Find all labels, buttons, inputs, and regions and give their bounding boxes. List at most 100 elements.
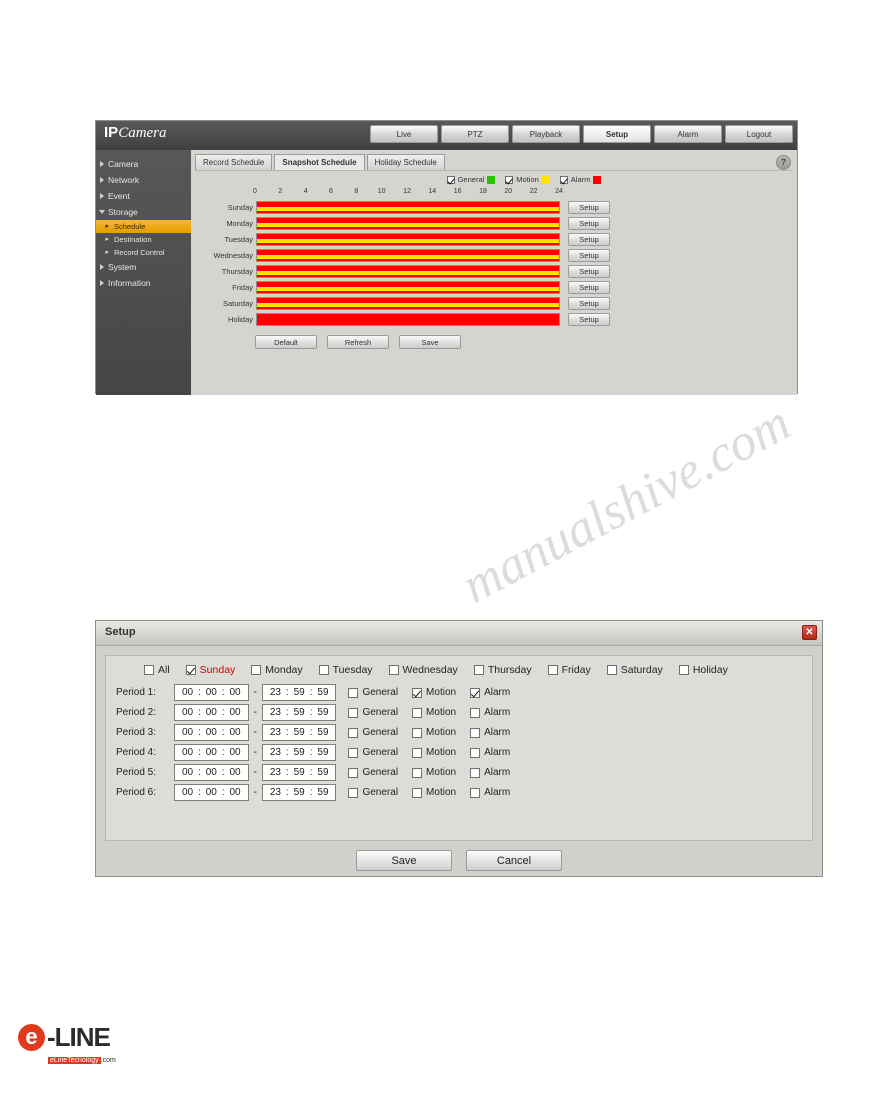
- checkbox-motion[interactable]: [412, 727, 423, 738]
- checkbox-motion[interactable]: [412, 787, 423, 798]
- start-minute[interactable]: 00: [203, 787, 220, 798]
- end-second[interactable]: 59: [314, 787, 331, 798]
- sidebar-item-network[interactable]: Network: [96, 172, 191, 188]
- nav-alarm[interactable]: Alarm: [654, 125, 722, 143]
- setup-button-wednesday[interactable]: Setup: [568, 248, 610, 262]
- start-second[interactable]: 00: [227, 787, 244, 798]
- event-alarm-1[interactable]: Alarm: [470, 687, 510, 698]
- tab-record-schedule[interactable]: Record Schedule: [195, 154, 273, 170]
- end-minute[interactable]: 59: [291, 687, 308, 698]
- period-1-end-time[interactable]: 23: 59: 59: [261, 684, 337, 701]
- checkbox-sunday[interactable]: [185, 665, 196, 675]
- checkbox-saturday[interactable]: [606, 665, 617, 675]
- end-hour[interactable]: 23: [267, 747, 284, 758]
- event-general-4[interactable]: General: [348, 747, 398, 758]
- save-button[interactable]: Save: [399, 335, 461, 349]
- period-3-end-time[interactable]: 23: 59: 59: [261, 724, 337, 741]
- nav-setup[interactable]: Setup: [583, 125, 651, 143]
- tab-snapshot-schedule[interactable]: Snapshot Schedule: [274, 154, 365, 170]
- end-minute[interactable]: 59: [291, 707, 308, 718]
- start-hour[interactable]: 00: [179, 707, 196, 718]
- setup-button-sunday[interactable]: Setup: [568, 200, 610, 214]
- checkbox-thursday[interactable]: [473, 665, 484, 675]
- help-icon[interactable]: ?: [776, 155, 791, 170]
- legend-general[interactable]: General: [446, 175, 496, 184]
- sidebar-item-information[interactable]: Information: [96, 275, 191, 291]
- legend-general-checkbox[interactable]: [446, 175, 455, 184]
- event-motion-1[interactable]: Motion: [412, 687, 456, 698]
- default-button[interactable]: Default: [255, 335, 317, 349]
- event-general-1[interactable]: General: [348, 687, 398, 698]
- checkbox-holiday[interactable]: [678, 665, 689, 675]
- checkbox-general[interactable]: [348, 787, 359, 798]
- checkbox-general[interactable]: [348, 707, 359, 718]
- sidebar-item-system[interactable]: System: [96, 259, 191, 275]
- start-hour[interactable]: 00: [179, 687, 196, 698]
- start-hour[interactable]: 00: [179, 787, 196, 798]
- start-hour[interactable]: 00: [179, 767, 196, 778]
- start-second[interactable]: 00: [227, 767, 244, 778]
- day-checkbox-tuesday[interactable]: Tuesday: [318, 664, 373, 676]
- checkbox-motion[interactable]: [412, 707, 423, 718]
- checkbox-general[interactable]: [348, 747, 359, 758]
- start-minute[interactable]: 00: [203, 747, 220, 758]
- checkbox-general[interactable]: [348, 687, 359, 698]
- period-6-start-time[interactable]: 00: 00: 00: [174, 784, 249, 801]
- timeline-bar-saturday[interactable]: [256, 296, 560, 310]
- event-general-6[interactable]: General: [348, 787, 398, 798]
- legend-motion[interactable]: Motion: [505, 175, 550, 184]
- nav-logout[interactable]: Logout: [725, 125, 793, 143]
- sidebar-item-record-control[interactable]: ▸ Record Control: [96, 246, 191, 259]
- end-second[interactable]: 59: [314, 727, 331, 738]
- checkbox-general[interactable]: [348, 727, 359, 738]
- sidebar-item-event[interactable]: Event: [96, 188, 191, 204]
- period-4-start-time[interactable]: 00: 00: 00: [174, 744, 249, 761]
- tab-holiday-schedule[interactable]: Holiday Schedule: [366, 154, 445, 170]
- checkbox-monday[interactable]: [251, 665, 262, 675]
- sidebar-item-camera[interactable]: Camera: [96, 156, 191, 172]
- event-motion-2[interactable]: Motion: [412, 707, 456, 718]
- start-minute[interactable]: 00: [203, 727, 220, 738]
- start-second[interactable]: 00: [227, 747, 244, 758]
- timeline-bar-holiday[interactable]: [256, 312, 560, 326]
- setup-button-thursday[interactable]: Setup: [568, 264, 610, 278]
- end-second[interactable]: 59: [314, 747, 331, 758]
- checkbox-alarm[interactable]: [470, 747, 481, 758]
- event-motion-5[interactable]: Motion: [412, 767, 456, 778]
- setup-button-saturday[interactable]: Setup: [568, 296, 610, 310]
- legend-motion-checkbox[interactable]: [505, 175, 514, 184]
- end-hour[interactable]: 23: [267, 727, 284, 738]
- day-checkbox-holiday[interactable]: Holiday: [678, 664, 728, 676]
- day-checkbox-thursday[interactable]: Thursday: [473, 664, 532, 676]
- event-general-2[interactable]: General: [348, 707, 398, 718]
- end-second[interactable]: 59: [314, 687, 331, 698]
- start-hour[interactable]: 00: [179, 727, 196, 738]
- period-2-start-time[interactable]: 00: 00: 00: [174, 704, 249, 721]
- end-hour[interactable]: 23: [267, 787, 284, 798]
- checkbox-friday[interactable]: [547, 665, 558, 675]
- close-icon[interactable]: ✕: [802, 625, 817, 640]
- start-second[interactable]: 00: [227, 707, 244, 718]
- start-hour[interactable]: 00: [179, 747, 196, 758]
- nav-ptz[interactable]: PTZ: [441, 125, 509, 143]
- sidebar-item-destination[interactable]: ▸ Destination: [96, 233, 191, 246]
- checkbox-alarm[interactable]: [470, 687, 481, 698]
- start-second[interactable]: 00: [227, 727, 244, 738]
- start-second[interactable]: 00: [227, 687, 244, 698]
- event-general-3[interactable]: General: [348, 727, 398, 738]
- end-hour[interactable]: 23: [267, 767, 284, 778]
- event-alarm-3[interactable]: Alarm: [470, 727, 510, 738]
- checkbox-alarm[interactable]: [470, 787, 481, 798]
- timeline-bar-sunday[interactable]: [256, 200, 560, 214]
- checkbox-alarm[interactable]: [470, 767, 481, 778]
- checkbox-motion[interactable]: [412, 747, 423, 758]
- nav-playback[interactable]: Playback: [512, 125, 580, 143]
- start-minute[interactable]: 00: [203, 707, 220, 718]
- checkbox-motion[interactable]: [412, 767, 423, 778]
- legend-alarm-checkbox[interactable]: [559, 175, 568, 184]
- checkbox-wednesday[interactable]: [388, 665, 399, 675]
- checkbox-alarm[interactable]: [470, 707, 481, 718]
- day-checkbox-wednesday[interactable]: Wednesday: [388, 664, 458, 676]
- day-checkbox-sunday[interactable]: Sunday: [185, 664, 235, 676]
- event-alarm-2[interactable]: Alarm: [470, 707, 510, 718]
